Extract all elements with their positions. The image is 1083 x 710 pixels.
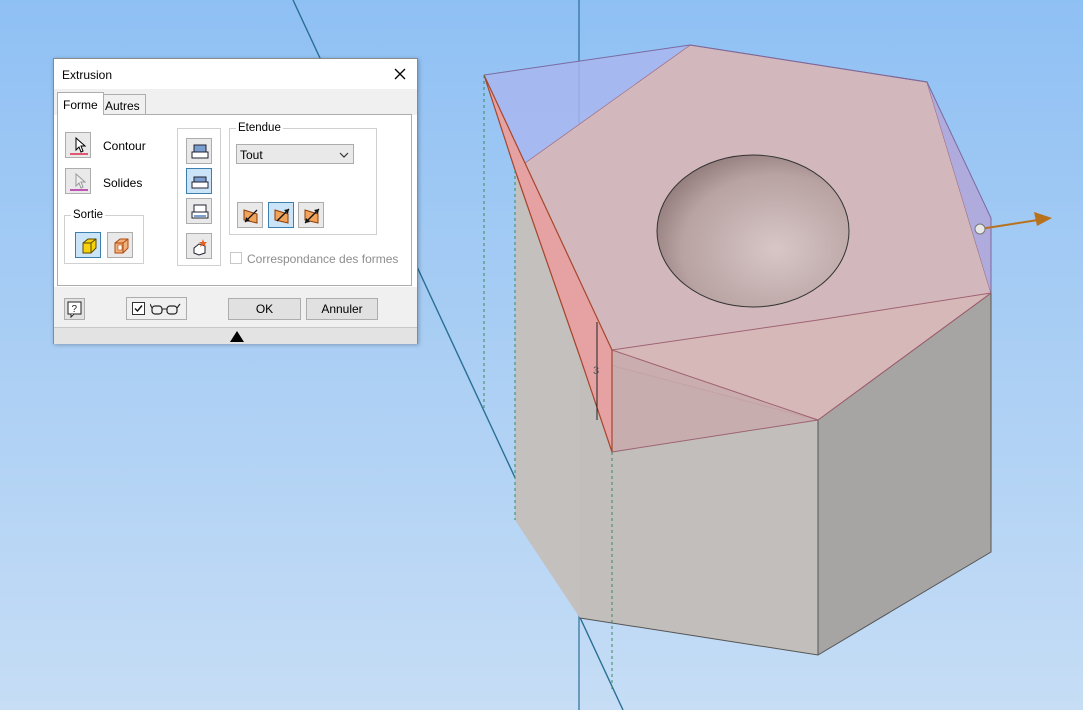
tab-strip: Forme Autres bbox=[54, 89, 417, 115]
close-button[interactable] bbox=[389, 63, 411, 85]
expand-triangle-icon[interactable] bbox=[229, 330, 245, 343]
solid-cube-icon bbox=[82, 238, 97, 254]
surface-output-button[interactable] bbox=[107, 232, 133, 258]
etendue-select[interactable]: Tout bbox=[236, 144, 354, 164]
glasses-icon bbox=[150, 303, 181, 315]
tab-forme[interactable]: Forme bbox=[57, 92, 104, 115]
etendue-group: Etendue Tout bbox=[229, 122, 377, 235]
help-button[interactable]: ? bbox=[64, 298, 85, 320]
chevron-down-icon bbox=[339, 152, 349, 158]
asymmetric-extrude-icon bbox=[193, 239, 207, 256]
forme-panel: Contour Solides Sortie Etendue Tout Corr… bbox=[57, 114, 412, 286]
dialog-title: Extrusion bbox=[62, 68, 113, 82]
ok-button[interactable]: OK bbox=[228, 298, 301, 320]
extrude-one-direction-icon bbox=[191, 144, 209, 159]
svg-text:?: ? bbox=[72, 304, 78, 315]
dialog-titlebar[interactable]: Extrusion bbox=[54, 59, 417, 89]
flip-direction-button[interactable] bbox=[237, 202, 263, 228]
solides-label: Solides bbox=[103, 176, 143, 190]
solides-select-button[interactable] bbox=[65, 168, 91, 194]
tab-autres[interactable]: Autres bbox=[99, 94, 146, 115]
extrude-symmetric-icon bbox=[191, 176, 209, 189]
flip-direction-icon bbox=[243, 209, 258, 224]
etendue-title: Etendue bbox=[236, 122, 283, 134]
direction-two-button[interactable] bbox=[186, 198, 212, 224]
extrusion-dialog: Extrusion Forme Autres Contour Solides S… bbox=[53, 58, 418, 344]
contour-label: Contour bbox=[103, 139, 146, 153]
dimension-label[interactable]: 3 bbox=[593, 365, 599, 377]
direction-both-button[interactable] bbox=[298, 202, 324, 228]
cursor-icon bbox=[70, 172, 88, 191]
help-icon: ? bbox=[67, 301, 82, 319]
hole-face bbox=[656, 154, 850, 308]
asymmetric-button[interactable] bbox=[186, 233, 212, 259]
direction-one-button[interactable] bbox=[186, 138, 212, 164]
checkbox-checked-icon bbox=[132, 302, 145, 315]
sortie-group: Sortie bbox=[64, 209, 144, 264]
surface-cube-icon bbox=[114, 238, 129, 254]
cancel-button[interactable]: Annuler bbox=[306, 298, 378, 320]
dialog-footer bbox=[54, 327, 417, 344]
match-shapes-label: Correspondance des formes bbox=[247, 252, 399, 266]
direction-group bbox=[177, 128, 221, 266]
solid-output-button[interactable] bbox=[75, 232, 101, 258]
cursor-icon bbox=[70, 136, 88, 155]
match-shapes-checkbox[interactable] bbox=[230, 252, 242, 264]
close-icon bbox=[394, 68, 406, 80]
direction-default-button[interactable] bbox=[268, 202, 294, 228]
dialog-button-bar: ? OK Annuler bbox=[54, 287, 417, 327]
preview-toggle[interactable] bbox=[126, 297, 187, 320]
extrude-two-directions-icon bbox=[191, 204, 209, 219]
etendue-value: Tout bbox=[240, 148, 263, 162]
direction-default-icon bbox=[274, 208, 290, 224]
sortie-title: Sortie bbox=[71, 209, 106, 221]
direction-both-icon bbox=[304, 208, 320, 224]
direction-symmetric-button[interactable] bbox=[186, 168, 212, 194]
contour-select-button[interactable] bbox=[65, 132, 91, 158]
direction-arrow-handle[interactable] bbox=[974, 223, 986, 235]
